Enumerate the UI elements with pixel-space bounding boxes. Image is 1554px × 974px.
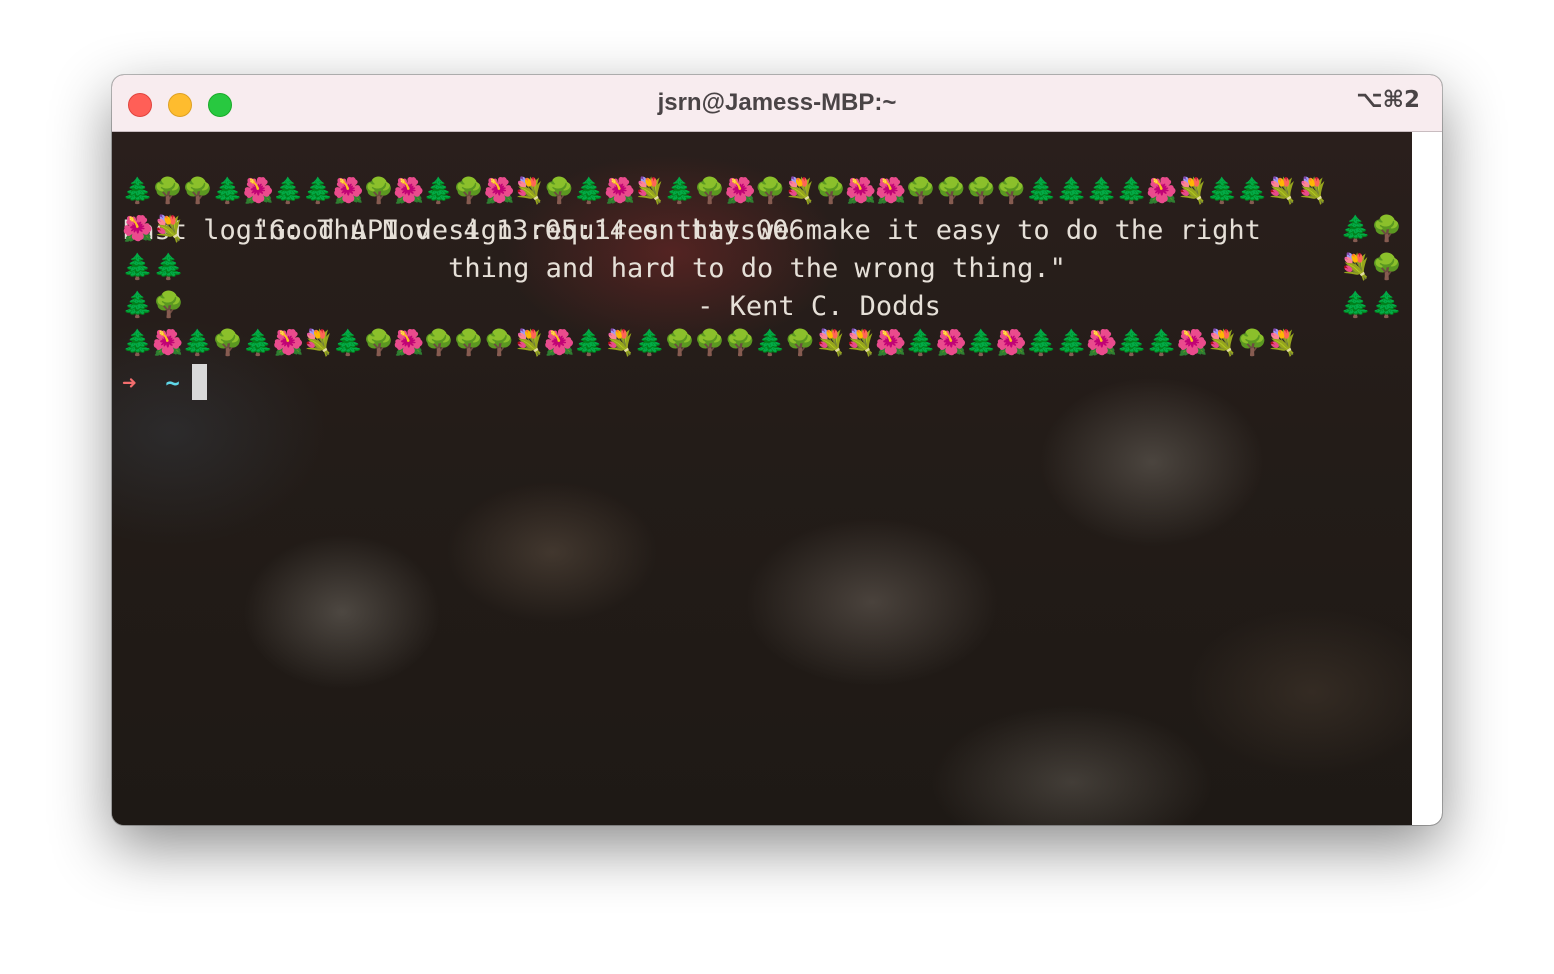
- prompt-arrow-icon: ➜: [122, 369, 137, 397]
- scrollbar[interactable]: [1412, 132, 1442, 825]
- emoji-border-bottom: 🌲🌺🌲🌳🌲🌺💐🌲🌳🌺🌳🌳🌳💐🌺🌲💐🌲🌳🌳🌳🌲🌳💐💐🌺🌲🌺🌲🌺🌲🌲🌺🌲🌲🌺💐🌳💐: [122, 328, 1298, 357]
- prompt-directory: ~: [165, 369, 180, 397]
- terminal-content[interactable]: Last login: Thu Nov 4 13:05:14 on ttys00…: [112, 132, 1412, 825]
- window-title: jsrn@Jamess-MBP:~: [657, 89, 897, 116]
- shell-prompt[interactable]: ➜ ~: [122, 364, 207, 402]
- window-shortcut: ⌥⌘2: [1356, 87, 1420, 113]
- emoji-border-top: 🌲🌳🌳🌲🌺🌲🌲🌺🌳🌺🌲🌳🌺💐🌳🌲🌺💐🌲🌳🌺🌳💐🌳🌺🌺🌳🌳🌳🌳🌲🌲🌲🌲🌺💐🌲🌲💐💐: [122, 176, 1328, 205]
- quote-line-1: "Good API design requires that we make i…: [253, 215, 1261, 246]
- terminal-window: jsrn@Jamess-MBP:~ ⌥⌘2 Last login: Thu No…: [112, 75, 1442, 825]
- text-cursor: [191, 364, 207, 400]
- quote-author: - Kent C. Dodds: [697, 291, 941, 322]
- quote-line-2: thing and hard to do the wrong thing.": [448, 253, 1066, 284]
- title-bar[interactable]: jsrn@Jamess-MBP:~ ⌥⌘2: [112, 75, 1442, 132]
